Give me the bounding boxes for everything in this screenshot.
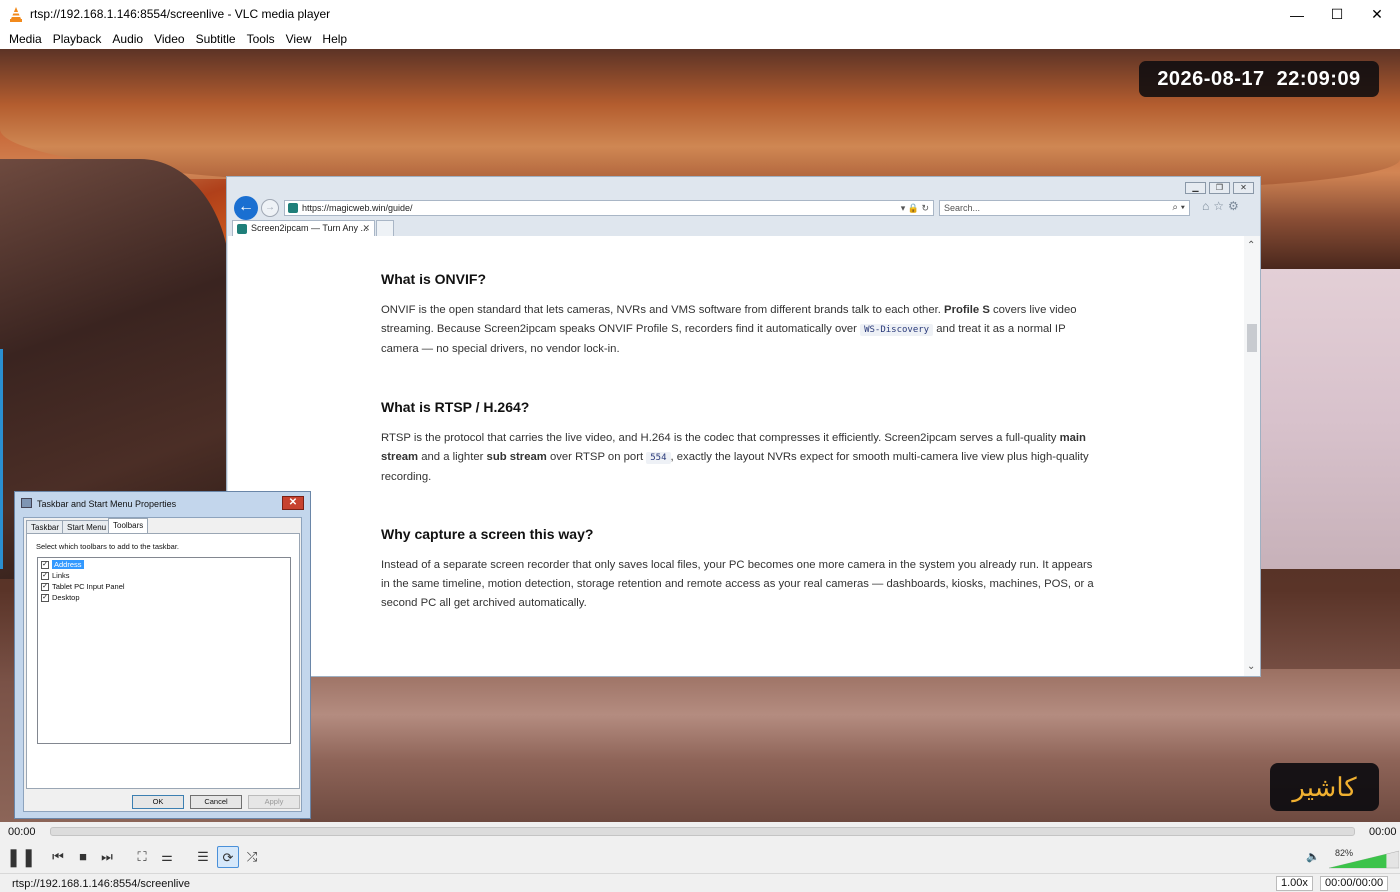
taskbar-properties-dialog: Taskbar and Start Menu Properties ✕ Task… <box>14 491 311 819</box>
search-box[interactable]: Search... ⌕ ▾ <box>939 200 1190 216</box>
fullscreen-icon[interactable]: ⛶ <box>131 846 153 868</box>
checkbox-icon: ✓ <box>41 593 49 602</box>
section-heading: Why capture a screen this way? <box>381 526 594 542</box>
elapsed-time: 00:00 <box>8 826 36 838</box>
speaker-icon[interactable]: 🔈 <box>1302 846 1324 868</box>
toolbars-panel: Select which toolbars to add to the task… <box>26 533 300 789</box>
browser-toolbar-icons[interactable]: ⌂☆⚙ <box>1202 199 1243 213</box>
loop-icon[interactable]: ⟳ <box>217 846 239 868</box>
search-icon[interactable]: ⌕ ▾ <box>1172 201 1185 215</box>
section-paragraph: Instead of a separate screen recorder th… <box>381 559 1094 609</box>
dialog-app-icon <box>21 498 32 508</box>
forward-arrow-icon[interactable]: → <box>261 199 279 217</box>
status-bar: rtsp://192.168.1.146:8554/screenlive 1.0… <box>0 873 1400 892</box>
overlay-time: 22:09:09 <box>1276 67 1361 90</box>
site-favicon-icon <box>288 203 298 213</box>
time-display[interactable]: 00:00/00:00 <box>1320 876 1389 891</box>
back-arrow-icon[interactable]: ← <box>234 196 258 220</box>
pause-icon[interactable]: ❚❚ <box>6 846 36 868</box>
tab-favicon-icon <box>237 224 247 234</box>
section-heading: What is ONVIF? <box>381 271 486 287</box>
menu-video[interactable]: Video <box>149 32 189 46</box>
control-row: ❚❚ ⏮ ■ ⏭ ⛶ ⚌ ☰ ⟳ ⤮ 🔈 82% <box>0 842 1400 873</box>
menu-subtitle[interactable]: Subtitle <box>191 32 241 46</box>
menu-bar: Media Playback Audio Video Subtitle Tool… <box>0 29 1400 49</box>
arabic-badge: كاشير <box>1270 763 1379 811</box>
cancel-button[interactable]: Cancel <box>190 795 242 809</box>
list-item-address[interactable]: ✓ Address <box>41 560 84 569</box>
menu-playback[interactable]: Playback <box>48 32 107 46</box>
tab-title: Screen2ipcam — Turn Any ... <box>251 223 369 233</box>
scroll-up-icon[interactable]: ⌃ <box>1247 240 1255 251</box>
tab-start-menu[interactable]: Start Menu <box>62 520 112 534</box>
extended-settings-icon[interactable]: ⚌ <box>156 846 178 868</box>
section-onvif: What is ONVIF? ONVIF is the open standar… <box>381 271 1096 359</box>
dialog-hint: Select which toolbars to add to the task… <box>36 542 180 551</box>
browser-minimize-button[interactable]: ▁ <box>1185 182 1206 194</box>
address-tools-icon[interactable]: ▾ 🔒 ↻ <box>901 201 929 215</box>
browser-window: ▁ ❐ ✕ ← → https://magicweb.win/guide/ ▾ … <box>226 176 1261 677</box>
toolbar-list: ✓ Address ✓ Links ✓ Tablet PC Input Panel ✓… <box>37 557 291 744</box>
volume-slider[interactable]: 82% <box>1329 848 1399 869</box>
playlist-icon[interactable]: ☰ <box>192 846 214 868</box>
dialog-title: Taskbar and Start Menu Properties <box>37 499 177 509</box>
browser-tab[interactable]: Screen2ipcam — Turn Any ... ✕ <box>232 220 375 236</box>
menu-tools[interactable]: Tools <box>242 32 280 46</box>
total-time: 00:00 <box>1369 826 1397 838</box>
dialog-body: Taskbar Start Menu Toolbars Select which… <box>23 517 302 812</box>
checkbox-icon: ✓ <box>41 571 49 580</box>
scroll-down-icon[interactable]: ⌄ <box>1247 661 1255 672</box>
browser-restore-button[interactable]: ❐ <box>1209 182 1230 194</box>
menu-view[interactable]: View <box>281 32 317 46</box>
seek-slider[interactable] <box>50 827 1355 836</box>
video-area[interactable]: 2026-08-17 22:09:09 ▁ ❐ ✕ ← → https://ma… <box>0 49 1400 822</box>
timestamp-overlay: 2026-08-17 22:09:09 <box>1139 61 1379 97</box>
ok-button[interactable]: OK <box>132 795 184 809</box>
scroll-thumb[interactable] <box>1247 324 1257 352</box>
wallpaper-ground <box>300 669 1400 822</box>
search-placeholder: Search... <box>944 203 981 213</box>
title-bar: rtsp://192.168.1.146:8554/screenlive - V… <box>0 0 1400 29</box>
tab-close-icon[interactable]: ✕ <box>362 221 370 236</box>
page-scrollbar[interactable]: ⌃ ⌄ <box>1244 236 1260 676</box>
stop-icon[interactable]: ■ <box>72 846 94 868</box>
page-content: What is ONVIF? ONVIF is the open standar… <box>228 236 1259 676</box>
vlc-cone-icon <box>10 7 22 22</box>
menu-help[interactable]: Help <box>317 32 352 46</box>
section-heading: What is RTSP / H.264? <box>381 399 530 415</box>
section-paragraph: RTSP is the protocol that carries the li… <box>381 432 1089 483</box>
seek-row: 00:00 00:00 <box>0 822 1400 842</box>
tab-taskbar[interactable]: Taskbar <box>26 520 65 534</box>
volume-ramp-icon <box>1329 850 1399 869</box>
desktop-edge <box>0 349 3 569</box>
list-item-tablet-pc[interactable]: ✓ Tablet PC Input Panel <box>41 582 125 591</box>
menu-media[interactable]: Media <box>4 32 47 46</box>
section-why: Why capture a screen this way? Instead o… <box>381 526 1096 613</box>
overlay-date: 2026-08-17 <box>1157 67 1265 90</box>
list-item-links[interactable]: ✓ Links <box>41 571 70 580</box>
browser-close-button[interactable]: ✕ <box>1233 182 1254 194</box>
checkbox-icon: ✓ <box>41 560 49 569</box>
dialog-close-button[interactable]: ✕ <box>282 496 304 510</box>
section-paragraph: ONVIF is the open standard that lets cam… <box>381 304 1077 355</box>
list-item-desktop[interactable]: ✓ Desktop <box>41 593 80 602</box>
menu-audio[interactable]: Audio <box>107 32 148 46</box>
close-button[interactable]: ✕ <box>1354 0 1400 29</box>
address-url: https://magicweb.win/guide/ <box>302 203 413 213</box>
next-icon[interactable]: ⏭ <box>96 846 118 868</box>
playback-speed[interactable]: 1.00x <box>1276 876 1313 891</box>
section-rtsp: What is RTSP / H.264? RTSP is the protoc… <box>381 399 1096 487</box>
status-url: rtsp://192.168.1.146:8554/screenlive <box>12 878 190 890</box>
address-bar[interactable]: https://magicweb.win/guide/ ▾ 🔒 ↻ <box>284 200 934 216</box>
apply-button[interactable]: Apply <box>248 795 300 809</box>
window-title: rtsp://192.168.1.146:8554/screenlive - V… <box>30 7 331 21</box>
new-tab-button[interactable] <box>376 220 394 236</box>
shuffle-icon[interactable]: ⤮ <box>241 846 263 868</box>
checkbox-icon: ✓ <box>41 582 49 591</box>
previous-icon[interactable]: ⏮ <box>47 846 69 868</box>
